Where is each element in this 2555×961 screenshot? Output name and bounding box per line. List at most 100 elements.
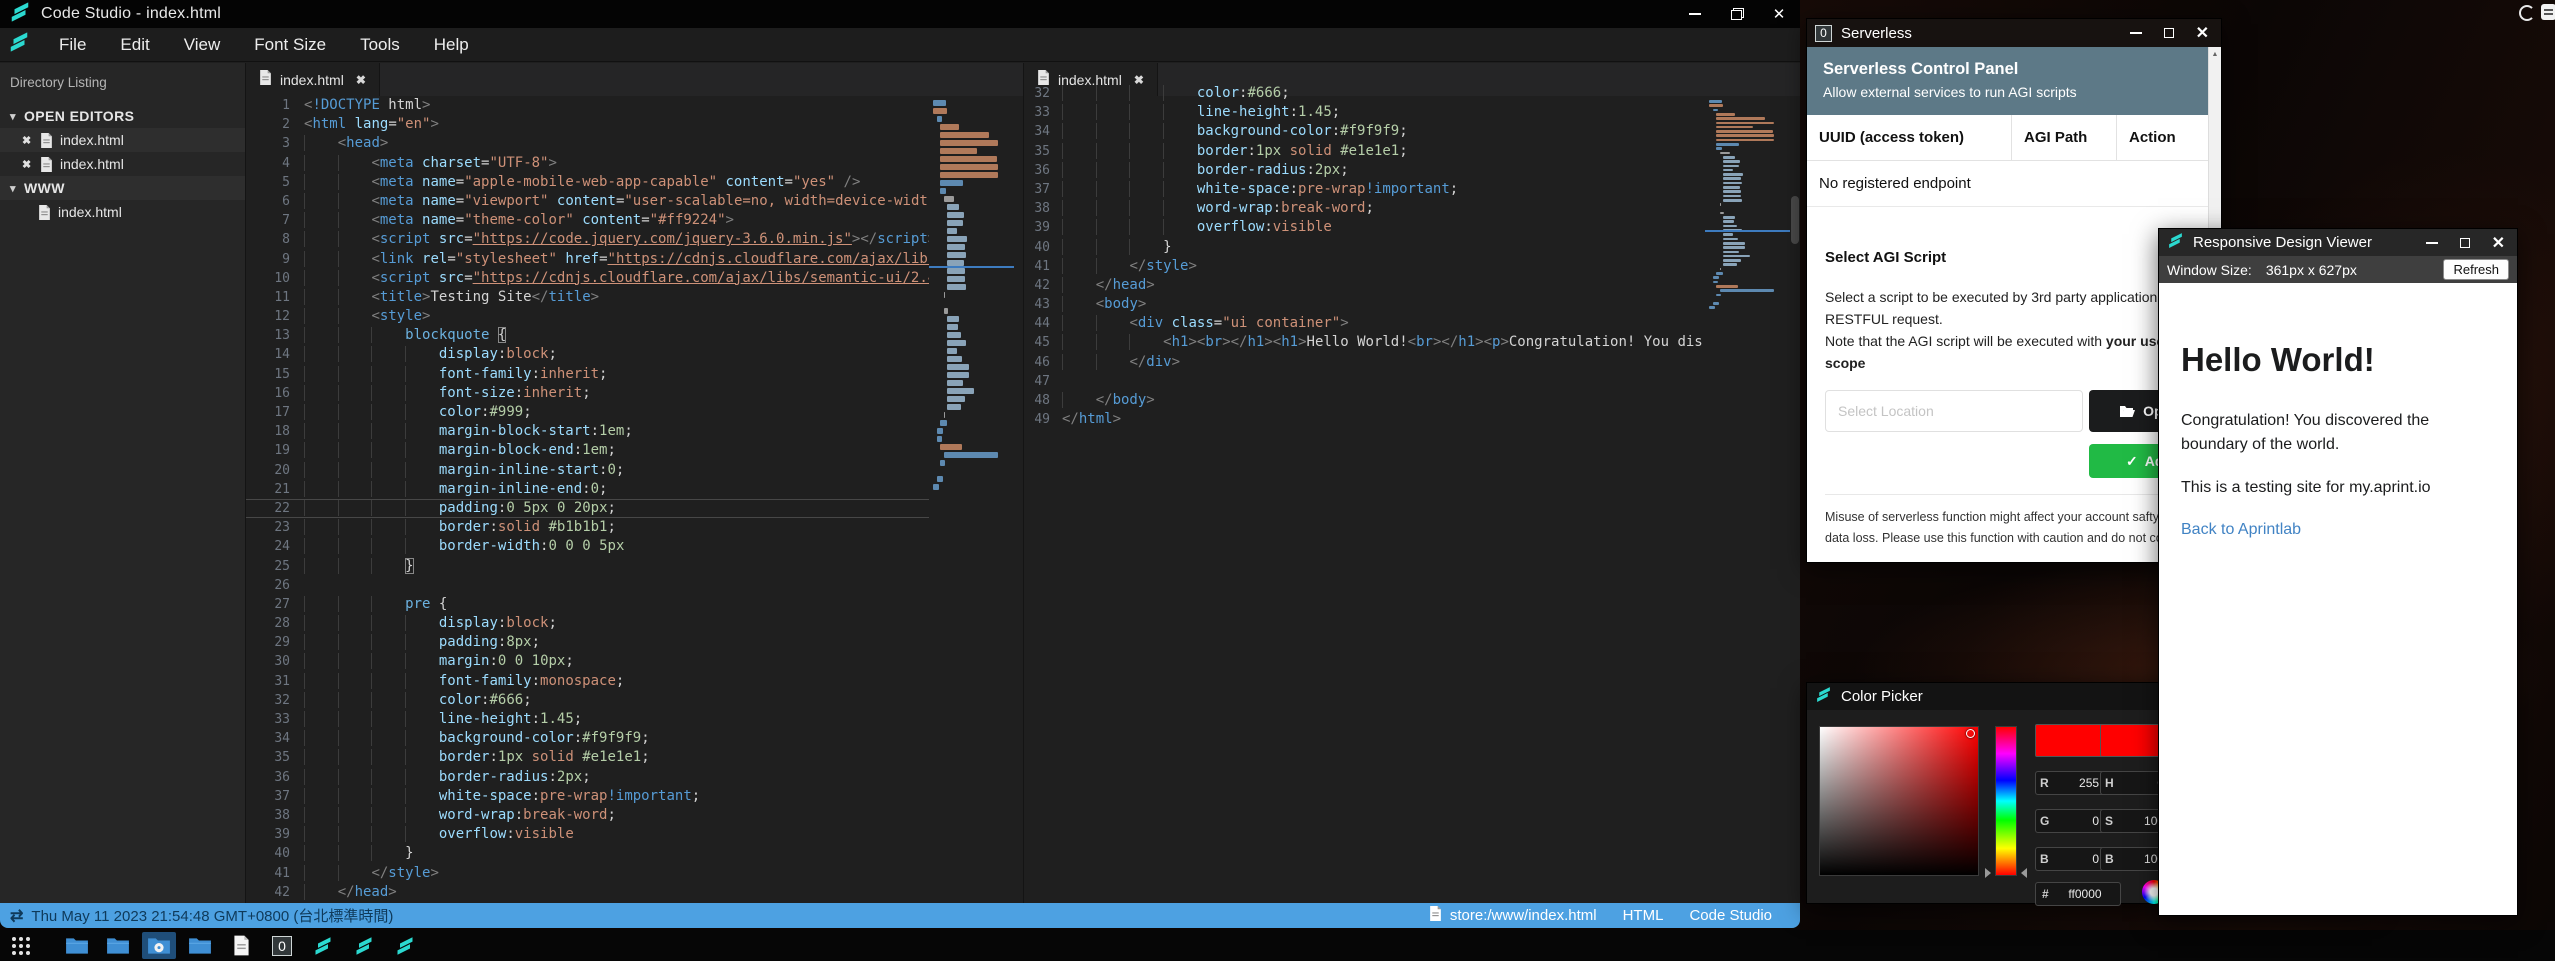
code-line-16[interactable]: 16 font-size:inherit; [246,384,1023,403]
code-line-12[interactable]: 12 <style> [246,307,1023,326]
taskbar-folder-media[interactable] [142,932,176,959]
code-line-34[interactable]: 34 background-color:#f9f9f9; [246,729,1023,748]
close-icon[interactable]: ✕ [2196,23,2209,43]
scrollbar[interactable] [1014,96,1023,903]
code-line-17[interactable]: 17 color:#999; [246,403,1023,422]
code-line-47[interactable]: 47 [1024,372,1800,391]
code-line-7[interactable]: 7 <meta name="theme-color" content="#ff9… [246,211,1023,230]
code-line-27[interactable]: 27 pre { [246,595,1023,614]
taskbar-folder-2[interactable] [101,932,135,959]
code-line-14[interactable]: 14 display:block; [246,345,1023,364]
code-line-40[interactable]: 40 } [1024,238,1800,257]
menu-file[interactable]: File [42,28,103,62]
status-file-path[interactable]: store:/www/index.html [1429,906,1597,925]
maximize-icon[interactable] [2164,28,2174,38]
code-line-31[interactable]: 31 font-family:monospace; [246,672,1023,691]
code-line-36[interactable]: 36 border-radius:2px; [246,768,1023,787]
hue-marker-left[interactable] [1985,868,1991,878]
code-line-33[interactable]: 33 line-height:1.45; [1024,103,1800,122]
code-line-45[interactable]: 45 <h1><br></h1><h1>Hello World!<br></h1… [1024,333,1800,352]
hex-input[interactable]: # ff0000 [2035,882,2121,906]
code-line-22[interactable]: 22 padding:0 5px 0 20px; [246,499,1023,518]
code-area[interactable]: 1<!DOCTYPE html>2<html lang="en">3 <head… [246,96,1023,903]
taskbar-code-studio-2[interactable] [347,932,381,959]
editor-pane-right[interactable]: index.html ✖ 32 color:#666;33 line-heigh… [1024,63,1800,903]
code-line-44[interactable]: 44 <div class="ui container"> [1024,314,1800,333]
code-line-38[interactable]: 38 word-wrap:break-word; [246,806,1023,825]
minimap[interactable] [1705,96,1790,903]
minimize-icon[interactable] [2426,242,2438,244]
taskbar-serverless-app[interactable]: 0 [265,932,299,959]
code-line-25[interactable]: 25 } [246,557,1023,576]
hue-slider[interactable] [1995,726,2017,876]
code-line-1[interactable]: 1<!DOCTYPE html> [246,96,1023,115]
taskbar-document[interactable] [224,932,258,959]
title-bar[interactable]: Responsive Design Viewer ✕ [2159,229,2517,256]
notes-icon[interactable] [2541,4,2555,20]
maximize-icon[interactable] [2460,238,2470,248]
code-line-11[interactable]: 11 <title>Testing Site</title> [246,288,1023,307]
code-line-23[interactable]: 23 border:solid #b1b1b1; [246,518,1023,537]
back-link[interactable]: Back to Aprintlab [2181,521,2495,539]
sidebar-section-www[interactable]: ▾WWW [0,176,245,200]
close-icon[interactable]: ✕ [1758,0,1800,28]
status-datetime[interactable]: ⇄ Thu May 11 2023 21:54:48 GMT+0800 (台北標… [0,905,393,926]
sidebar-section-open-editors[interactable]: ▾OPEN EDITORS [0,104,245,128]
code-line-19[interactable]: 19 margin-block-end:1em; [246,441,1023,460]
code-line-38[interactable]: 38 word-wrap:break-word; [1024,199,1800,218]
scrollbar[interactable] [1790,96,1800,903]
sidebar-item-index.html[interactable]: ✖index.html [0,152,245,176]
code-line-30[interactable]: 30 margin:0 0 10px; [246,652,1023,671]
code-line-35[interactable]: 35 border:1px solid #e1e1e1; [246,748,1023,767]
code-line-37[interactable]: 37 white-space:pre-wrap!important; [1024,180,1800,199]
minimap[interactable] [929,96,1014,903]
code-line-9[interactable]: 9 <link rel="stylesheet" href="https://c… [246,250,1023,269]
taskbar-folder-1[interactable] [60,932,94,959]
spinner-icon[interactable] [2519,5,2535,21]
title-bar[interactable]: Code Studio - index.html ✕ [0,0,1800,28]
taskbar-folder-3[interactable] [183,932,217,959]
code-line-18[interactable]: 18 margin-block-start:1em; [246,422,1023,441]
menu-help[interactable]: Help [417,28,486,62]
menu-tools[interactable]: Tools [343,28,417,62]
close-icon[interactable]: ✖ [356,73,366,87]
refresh-button[interactable]: Refresh [2443,259,2509,280]
code-line-2[interactable]: 2<html lang="en"> [246,115,1023,134]
menu-edit[interactable]: Edit [103,28,166,62]
location-input[interactable] [1825,390,2083,432]
code-line-41[interactable]: 41 </style> [1024,257,1800,276]
sv-marker[interactable] [1966,729,1975,738]
close-icon[interactable]: ✖ [22,158,38,171]
code-line-39[interactable]: 39 overflow:visible [1024,218,1800,237]
code-line-43[interactable]: 43 <body> [1024,295,1800,314]
status-language[interactable]: HTML [1623,907,1664,924]
close-icon[interactable]: ✖ [22,134,38,147]
title-bar[interactable]: 0 Serverless ✕ [1807,19,2221,47]
code-line-5[interactable]: 5 <meta name="apple-mobile-web-app-capab… [246,173,1023,192]
scroll-up-icon[interactable]: ▲ [2209,47,2221,58]
code-line-35[interactable]: 35 border:1px solid #e1e1e1; [1024,142,1800,161]
menu-view[interactable]: View [167,28,238,62]
code-line-42[interactable]: 42 </head> [1024,276,1800,295]
code-line-40[interactable]: 40 } [246,844,1023,863]
code-line-39[interactable]: 39 overflow:visible [246,825,1023,844]
restore-icon[interactable] [1716,0,1758,28]
code-line-49[interactable]: 49</html> [1024,410,1800,429]
app-launcher-icon[interactable] [12,937,30,955]
code-line-32[interactable]: 32 color:#666; [246,691,1023,710]
sidebar-item-index.html[interactable]: ✖index.html [0,128,245,152]
editor-pane-left[interactable]: index.html ✖ 1<!DOCTYPE html>2<html lang… [246,63,1024,903]
code-line-34[interactable]: 34 background-color:#f9f9f9; [1024,122,1800,141]
code-line-29[interactable]: 29 padding:8px; [246,633,1023,652]
code-line-13[interactable]: 13 blockquote { [246,326,1023,345]
tab-index-html[interactable]: index.html ✖ [246,63,380,96]
close-icon[interactable]: ✕ [2492,233,2505,253]
code-line-37[interactable]: 37 white-space:pre-wrap!important; [246,787,1023,806]
menu-font-size[interactable]: Font Size [237,28,343,62]
code-line-36[interactable]: 36 border-radius:2px; [1024,161,1800,180]
minimize-icon[interactable] [1674,0,1716,28]
scrollbar-thumb[interactable] [1791,196,1799,244]
saturation-value-field[interactable] [1819,726,1979,876]
code-line-6[interactable]: 6 <meta name="viewport" content="user-sc… [246,192,1023,211]
code-area[interactable]: 32 color:#666;33 line-height:1.45;34 bac… [1024,84,1800,903]
